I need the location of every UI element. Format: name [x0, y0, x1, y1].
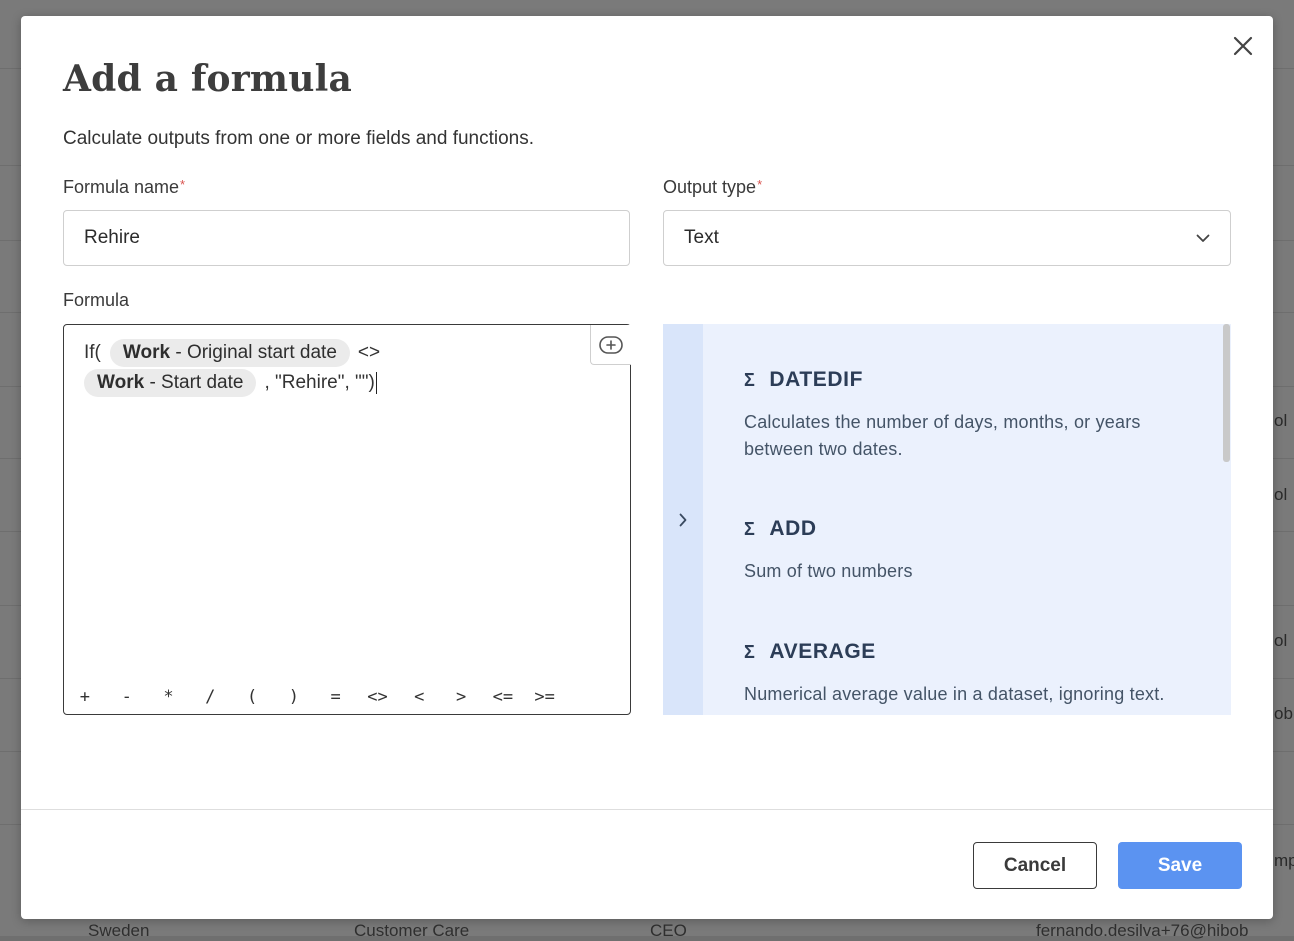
- functions-panel[interactable]: Σ DATEDIF Calculates the number of days,…: [663, 324, 1231, 715]
- formula-name-input[interactable]: [63, 210, 630, 266]
- operator-close-paren[interactable]: ): [273, 687, 315, 707]
- field-chip-name: - Start date: [144, 372, 244, 393]
- function-item-average[interactable]: Σ AVERAGE Numerical average value in a d…: [744, 640, 1184, 708]
- text-caret: [375, 372, 377, 394]
- bg-cell-email: fernando.desilva+76@hibob: [1036, 921, 1249, 940]
- field-chip-start-date[interactable]: Work - Start date: [84, 369, 257, 397]
- sigma-icon: Σ: [744, 369, 756, 390]
- output-type-select[interactable]: Text: [663, 210, 1231, 266]
- field-chip-category: Work: [122, 342, 171, 363]
- formula-line-1: If( Work - Original start date <>: [84, 339, 380, 367]
- output-type-label-text: Output type: [663, 177, 757, 197]
- chevron-down-icon: [1196, 234, 1210, 242]
- sigma-icon: Σ: [744, 641, 756, 662]
- function-item-datedif[interactable]: Σ DATEDIF Calculates the number of days,…: [744, 368, 1184, 463]
- operator-minus[interactable]: -: [106, 687, 148, 707]
- function-description: Numerical average value in a dataset, ig…: [744, 684, 1165, 704]
- formula-editor[interactable]: If( Work - Original start date <> Work -…: [63, 324, 631, 715]
- field-chip-original-start-date[interactable]: Work - Original start date: [109, 339, 350, 367]
- operator-open-paren[interactable]: (: [231, 687, 273, 707]
- function-name: Σ ADD: [744, 517, 1184, 541]
- formula-line-2: Work - Start date , "Rehire", ""): [84, 369, 377, 397]
- bg-cell-fragment: ob.: [1274, 704, 1294, 723]
- formula-name-label: Formula name*: [63, 177, 185, 198]
- formula-label: Formula: [63, 290, 130, 310]
- bg-cell-fragment: ol: [1274, 411, 1288, 430]
- operator-divide[interactable]: /: [189, 687, 231, 707]
- field-chip-name: - Original start date: [170, 342, 337, 363]
- cancel-button[interactable]: Cancel: [973, 842, 1097, 889]
- sigma-icon: Σ: [744, 518, 756, 539]
- operator-less-equal[interactable]: <=: [482, 687, 524, 707]
- add-formula-dialog: Add a formula Calculate outputs from one…: [21, 16, 1273, 919]
- formula-name-label-text: Formula name: [63, 177, 180, 197]
- bg-cell-title: CEO: [650, 921, 687, 940]
- operator-plus[interactable]: +: [64, 687, 106, 707]
- function-name-text: ADD: [769, 517, 817, 540]
- close-icon: [1233, 36, 1253, 56]
- bg-cell-fragment: mp: [1274, 851, 1294, 870]
- operator-greater-than[interactable]: >: [440, 687, 482, 707]
- bg-cell-fragment: ol: [1274, 631, 1288, 650]
- required-marker: *: [757, 177, 763, 192]
- output-type-label: Output type*: [663, 177, 762, 198]
- bg-cell-fragment: ol: [1274, 485, 1288, 504]
- footer-divider: [21, 809, 1273, 810]
- function-name: Σ DATEDIF: [744, 368, 1184, 392]
- formula-text: If(: [84, 342, 101, 363]
- function-description: Calculates the number of days, months, o…: [744, 412, 1141, 459]
- required-marker: *: [180, 177, 186, 192]
- add-circle-icon: [599, 335, 623, 354]
- operator-not-equal[interactable]: <>: [357, 687, 399, 707]
- function-name-text: DATEDIF: [769, 368, 864, 391]
- field-chip-category: Work: [97, 372, 145, 393]
- operator-bar: + - * / ( ) = <> < > <= >=: [64, 687, 566, 707]
- dialog-title: Add a formula: [63, 58, 353, 100]
- collapse-panel-button[interactable]: [663, 324, 703, 715]
- function-name-text: AVERAGE: [769, 640, 876, 663]
- chevron-right-icon: [679, 513, 687, 526]
- dialog-subtitle: Calculate outputs from one or more field…: [63, 128, 535, 149]
- operator-less-than[interactable]: <: [398, 687, 440, 707]
- bg-cell-country: Sweden: [88, 921, 150, 940]
- function-item-add[interactable]: Σ ADD Sum of two numbers: [744, 517, 1184, 585]
- insert-field-button[interactable]: [590, 325, 631, 365]
- output-type-value: Text: [684, 227, 719, 248]
- operator-multiply[interactable]: *: [148, 687, 190, 707]
- formula-text: <>: [357, 342, 381, 363]
- function-name: Σ AVERAGE: [744, 640, 1184, 664]
- operator-equals[interactable]: =: [315, 687, 357, 707]
- operator-greater-equal[interactable]: >=: [524, 687, 566, 707]
- bg-cell-department: Customer Care: [354, 921, 470, 940]
- save-button[interactable]: Save: [1118, 842, 1242, 889]
- function-description: Sum of two numbers: [744, 561, 913, 581]
- scrollbar-thumb[interactable]: [1223, 324, 1230, 462]
- formula-text: , "Rehire", ""): [264, 372, 375, 393]
- close-button[interactable]: [1229, 32, 1257, 60]
